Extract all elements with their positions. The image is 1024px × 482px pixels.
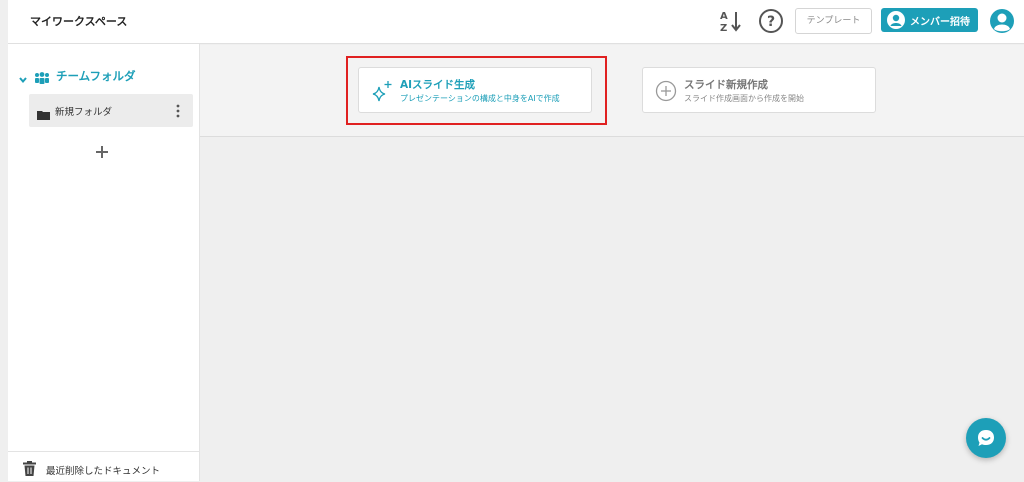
chat-icon [978,430,994,446]
invite-label: メンバー招待 [910,17,970,28]
sort-az-icon[interactable]: A Z [718,8,744,34]
sidebar-item-new-folder[interactable]: 新規フォルダ [29,94,193,127]
recently-deleted-link[interactable]: 最近削除したドキュメント [8,451,199,482]
new-slide-card[interactable]: スライド新規作成 スライド作成画面から作成を開始 [642,67,876,113]
svg-text:A: A [720,11,728,22]
create-options-band: AIスライド生成 プレゼンテーションの構成と中身をAIで作成 スライド新規作成 … [200,45,1024,137]
template-button[interactable]: テンプレート [795,8,872,34]
invite-member-button[interactable]: メンバー招待 [881,8,978,32]
people-icon [34,69,50,84]
trash-label: 最近削除したドキュメント [46,466,161,477]
card-title: スライド新規作成 [684,79,768,91]
window-left-edge [0,0,8,481]
plus-circle-icon [655,80,677,102]
folder-icon [37,105,50,120]
trash-icon [23,461,36,476]
chevron-down-icon [18,70,28,84]
sparkle-icon [371,80,393,102]
svg-text:Z: Z [720,23,727,34]
kebab-icon[interactable] [174,103,182,119]
chat-support-button[interactable] [966,418,1006,458]
card-subtitle: スライド作成画面から作成を開始 [684,94,804,103]
svg-text:?: ? [767,14,775,30]
plus-icon[interactable] [94,144,110,160]
team-folder-toggle[interactable]: チームフォルダ [18,66,188,86]
sidebar: チームフォルダ 新規フォルダ 最近削除したドキュメント [8,44,200,481]
top-header: マイワークスペース A Z ? テンプレート メンバー招待 [8,0,1024,44]
account-avatar[interactable] [989,8,1015,34]
help-icon[interactable]: ? [758,8,784,34]
team-folder-label: チームフォルダ [56,69,136,83]
user-icon [887,11,905,29]
card-subtitle: プレゼンテーションの構成と中身をAIで作成 [400,94,560,103]
workspace-title: マイワークスペース [30,15,128,28]
ai-slide-generate-card[interactable]: AIスライド生成 プレゼンテーションの構成と中身をAIで作成 [358,67,592,113]
card-title: AIスライド生成 [400,79,476,91]
folder-label: 新規フォルダ [55,107,113,118]
